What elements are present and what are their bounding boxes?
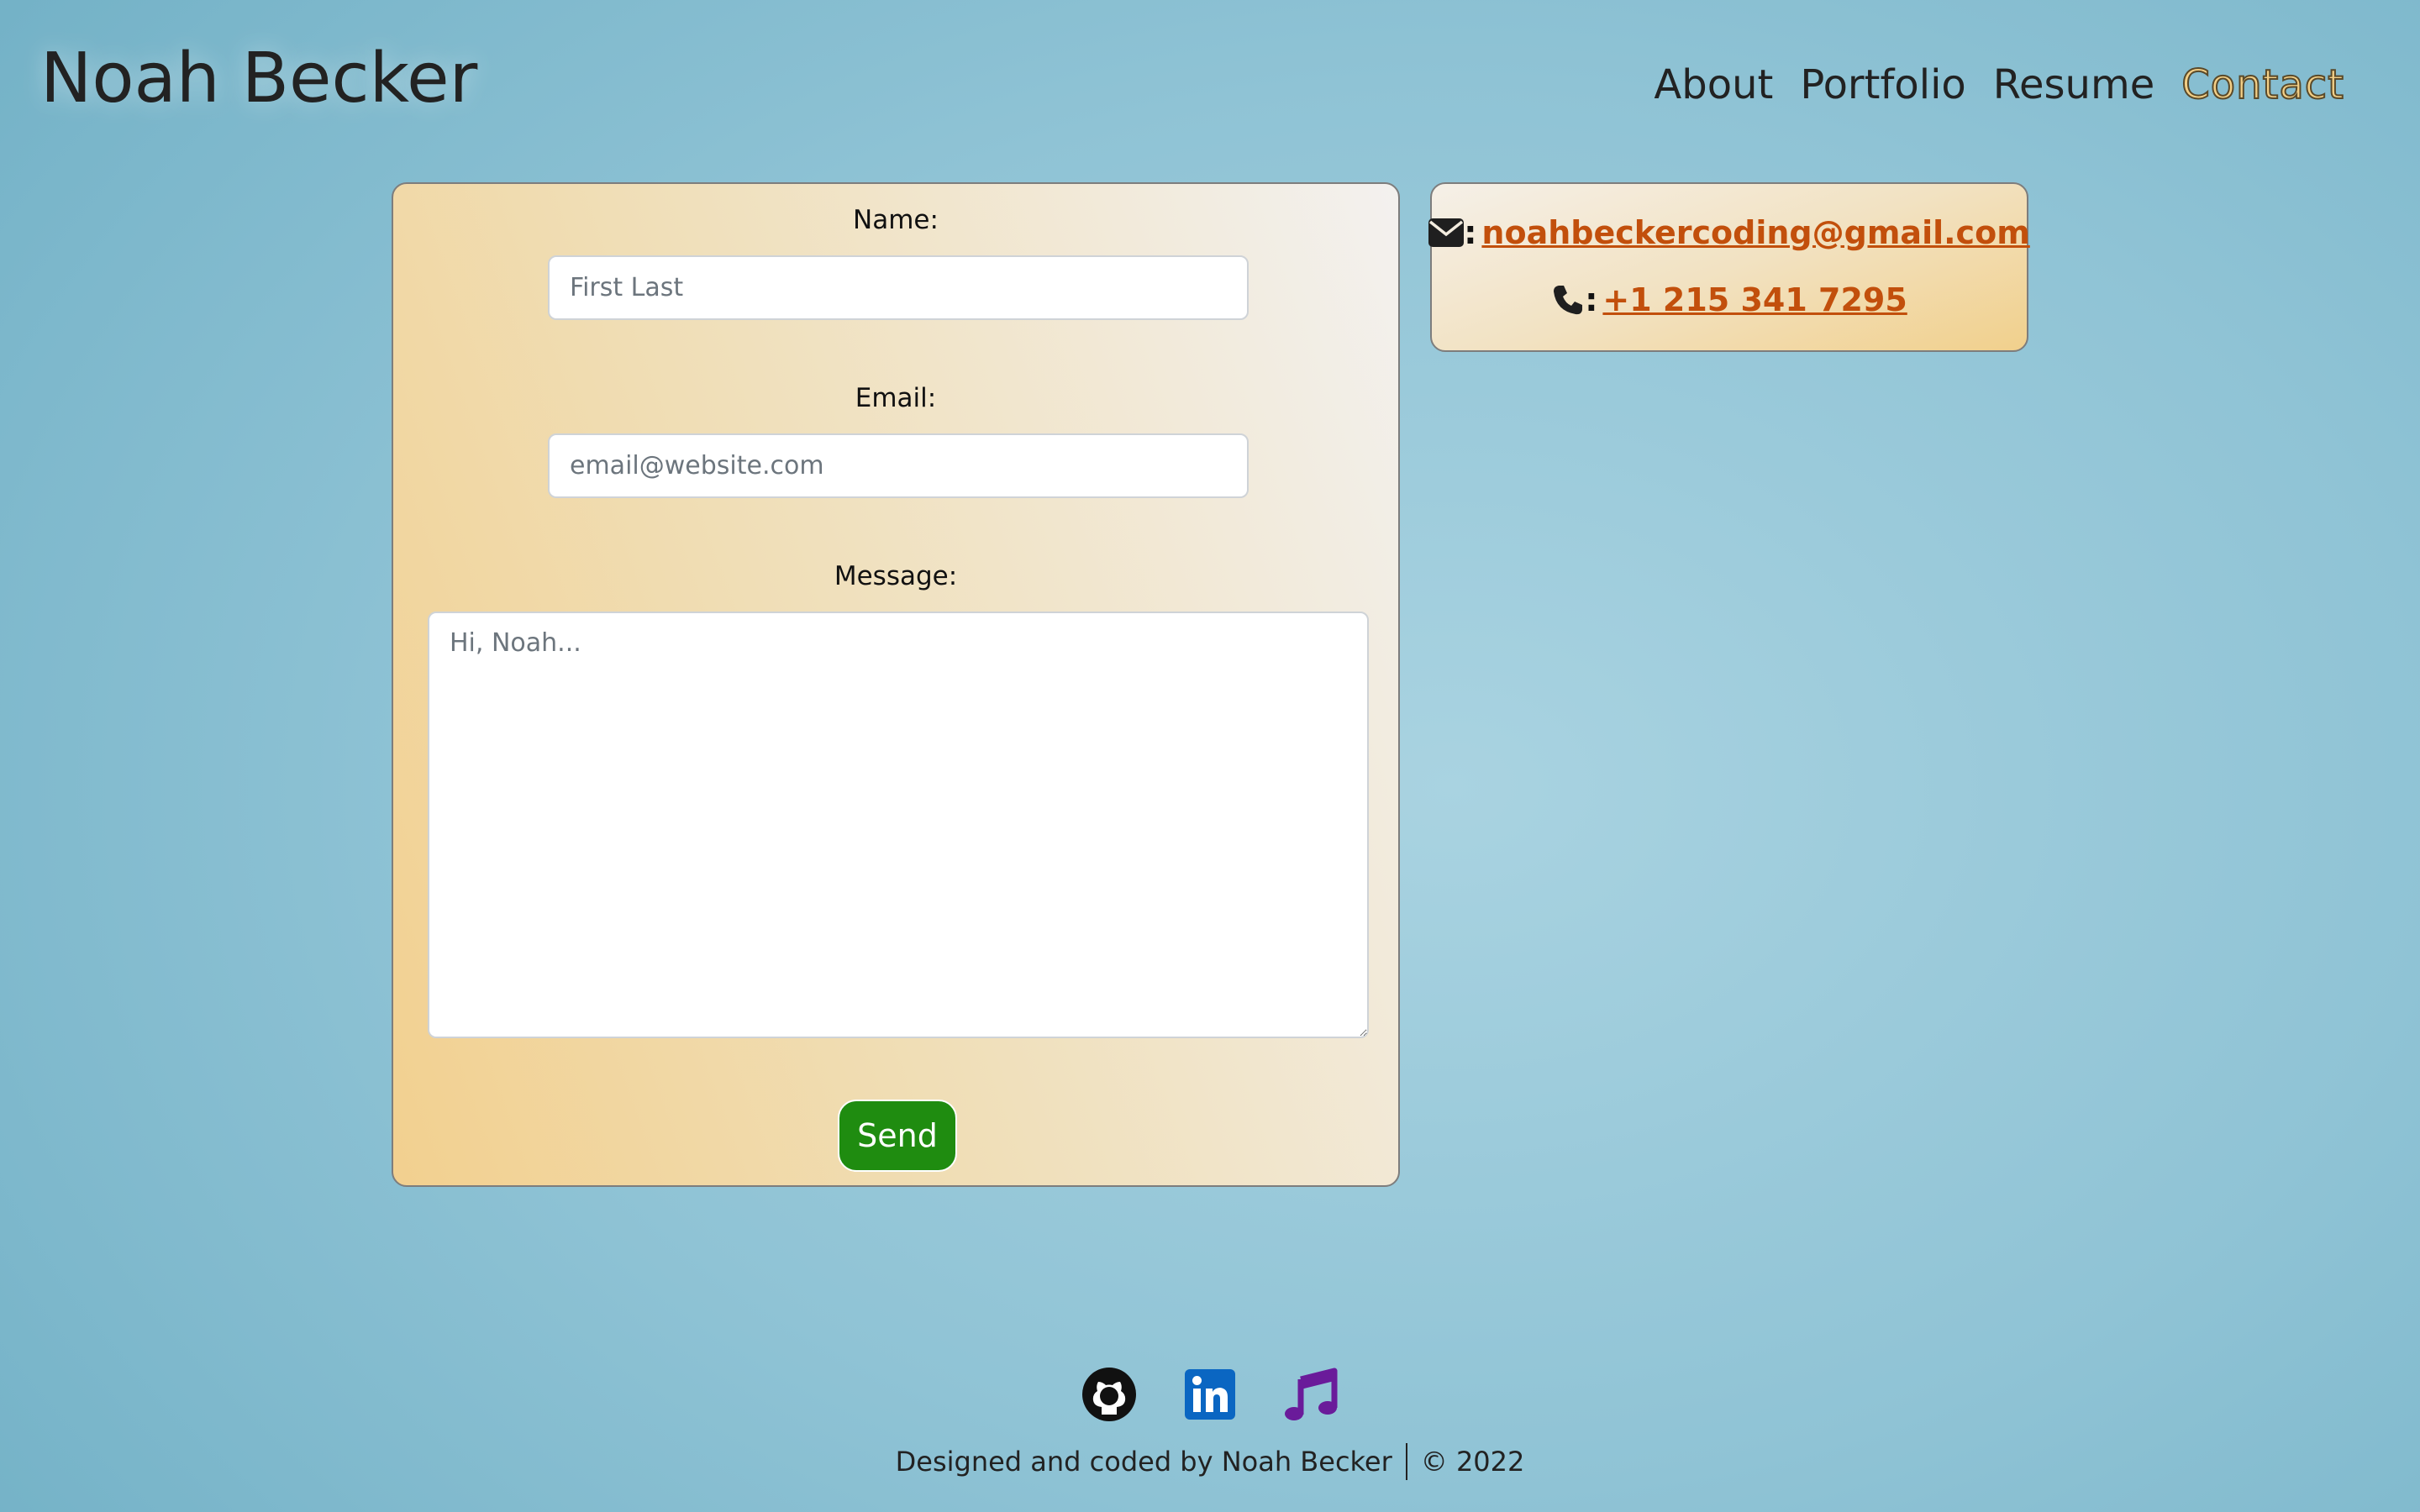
contact-form: Name: Email: Message: Send — [392, 182, 1400, 1187]
nav-link-about[interactable]: About — [1654, 55, 1773, 114]
nav-link-resume[interactable]: Resume — [1993, 55, 2154, 114]
email-label: Email: — [855, 383, 937, 413]
contact-info-card: : noahbeckercoding@gmail.com : +1 215 34… — [1428, 182, 2030, 352]
send-button[interactable]: Send — [838, 1100, 957, 1172]
envelope-icon — [1428, 218, 1465, 247]
message-textarea[interactable] — [428, 612, 1369, 1038]
phone-separator: : — [1585, 281, 1598, 318]
social-links — [0, 1366, 2420, 1423]
github-icon[interactable] — [1081, 1366, 1138, 1423]
nav-link-portfolio[interactable]: Portfolio — [1800, 55, 1965, 114]
footer-divider — [1405, 1443, 1407, 1480]
email-input[interactable] — [548, 433, 1249, 498]
phone-icon — [1551, 283, 1585, 317]
nav-link-contact[interactable]: Contact — [2181, 55, 2344, 114]
main-nav: About Portfolio Resume Contact — [1654, 55, 2344, 114]
name-label: Name: — [853, 205, 939, 235]
linkedin-icon[interactable] — [1181, 1366, 1239, 1423]
phone-row: : +1 215 341 7295 — [1432, 276, 2027, 323]
site-title: Noah Becker — [40, 39, 478, 118]
footer-copyright: © 2022 — [1420, 1446, 1525, 1478]
message-label: Message: — [834, 561, 958, 591]
email-separator: : — [1464, 214, 1477, 251]
email-row: : noahbeckercoding@gmail.com — [1428, 209, 2030, 256]
name-input[interactable] — [548, 255, 1249, 320]
footer: Designed and coded by Noah Becker © 2022 — [0, 1443, 2420, 1480]
email-link[interactable]: noahbeckercoding@gmail.com — [1481, 209, 2029, 256]
music-note-icon[interactable] — [1282, 1366, 1339, 1423]
footer-credit: Designed and coded by Noah Becker — [895, 1446, 1392, 1478]
phone-link[interactable]: +1 215 341 7295 — [1602, 276, 1907, 323]
